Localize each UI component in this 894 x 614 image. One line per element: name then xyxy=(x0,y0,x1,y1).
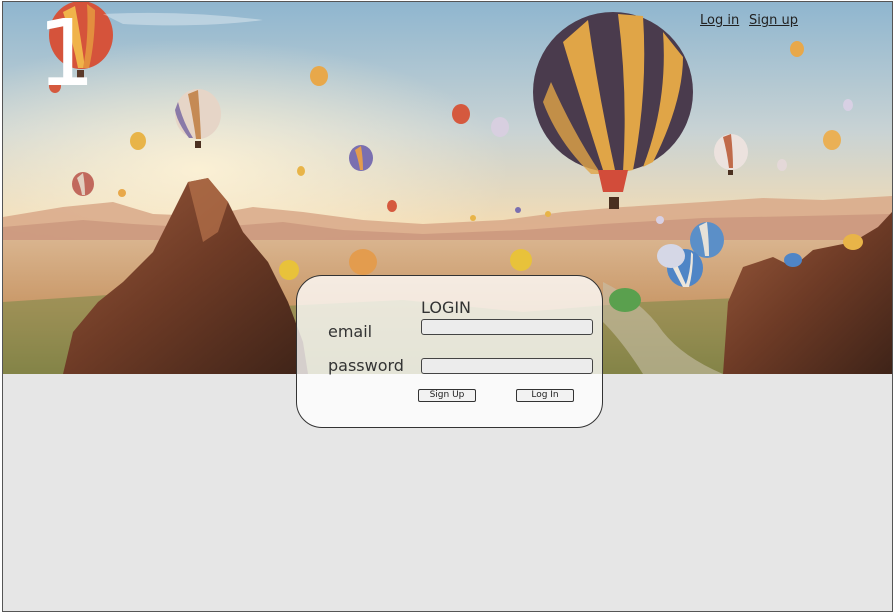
signup-link[interactable]: Sign up xyxy=(749,13,798,28)
email-field[interactable] xyxy=(421,319,593,335)
login-title: LOGIN xyxy=(421,298,472,317)
password-label: password xyxy=(328,356,404,375)
page-frame: 1 Log in Sign up LOGIN email password Si… xyxy=(2,1,893,612)
login-button[interactable]: Log In xyxy=(516,389,574,402)
login-card: LOGIN email password Sign Up Log In xyxy=(296,275,603,428)
signup-button[interactable]: Sign Up xyxy=(418,389,476,402)
email-label: email xyxy=(328,322,373,341)
page-number: 1 xyxy=(37,1,96,107)
login-link[interactable]: Log in xyxy=(700,13,739,28)
password-field[interactable] xyxy=(421,358,593,374)
